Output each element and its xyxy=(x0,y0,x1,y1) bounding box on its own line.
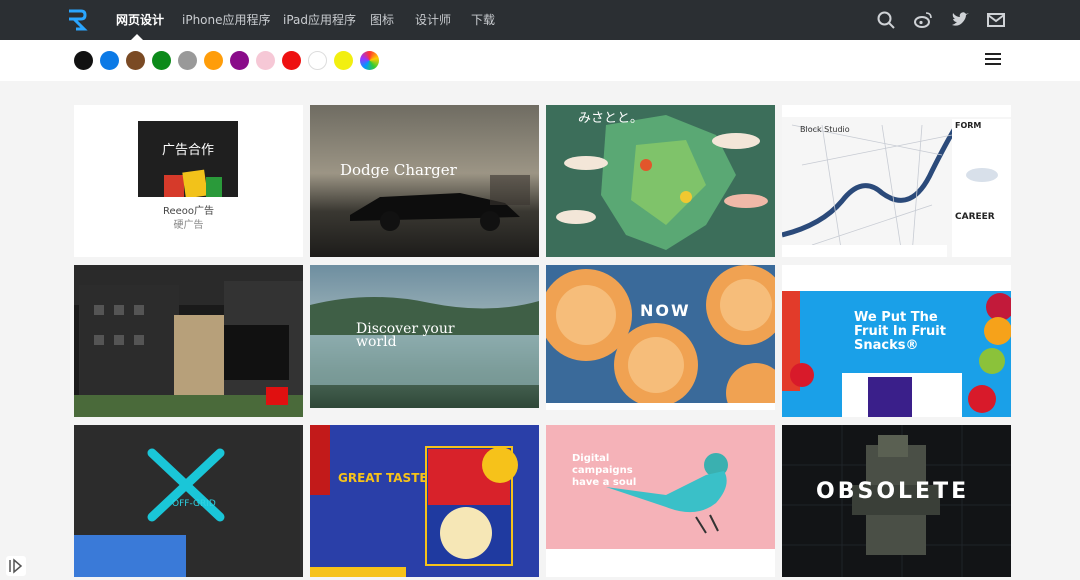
color-filter-gray[interactable] xyxy=(178,51,197,70)
color-filter-green[interactable] xyxy=(152,51,171,70)
ad-subtitle: 硬广告 xyxy=(173,220,204,231)
nav-ipad-apps[interactable]: iPad应用程序 xyxy=(283,0,356,40)
color-filter-orange[interactable] xyxy=(204,51,223,70)
shot-card-digital-campaigns[interactable]: Digital campaigns have a soul xyxy=(546,425,775,577)
color-filter-purple[interactable] xyxy=(230,51,249,70)
ad-name[interactable]: Reeoo广告 xyxy=(74,202,303,217)
mail-icon[interactable] xyxy=(986,10,1006,30)
popcorn-illustration xyxy=(310,425,518,577)
shot-card-welchs[interactable]: We Put The Fruit In Fruit Snacks® xyxy=(782,265,1011,417)
shot-card-now[interactable]: NOW xyxy=(546,265,775,410)
color-filter-red[interactable] xyxy=(282,51,301,70)
shot-title: GREAT TASTE xyxy=(338,471,428,485)
bird-illustration xyxy=(546,453,775,577)
shot-card-off-grid[interactable]: OFF-GRID xyxy=(74,425,303,577)
ad-book-illustration xyxy=(164,169,222,197)
shot-subtitle-form: FORM xyxy=(955,121,982,130)
ad-card[interactable]: 广告合作 Reeoo广告 硬广告 xyxy=(74,105,303,257)
nav-icons[interactable]: 图标 xyxy=(370,0,394,40)
sidebar-toggle-icon[interactable] xyxy=(6,556,26,576)
shot-title: Digital campaigns have a soul xyxy=(572,453,637,488)
shot-title: OBSOLETE xyxy=(816,479,970,504)
nav-iphone-apps[interactable]: iPhone应用程序 xyxy=(182,0,271,40)
color-filter-white[interactable] xyxy=(308,51,327,70)
shot-card-block-studio[interactable]: Block Studio FORM CAREER xyxy=(782,105,1011,257)
car-illustration xyxy=(350,175,530,231)
color-filter-blue[interactable] xyxy=(100,51,119,70)
color-filter-pink[interactable] xyxy=(256,51,275,70)
search-icon[interactable] xyxy=(876,10,896,30)
color-filter-black[interactable] xyxy=(74,51,93,70)
color-filter-yellow[interactable] xyxy=(334,51,353,70)
shot-card-misato[interactable]: みさとと。 xyxy=(546,105,775,257)
ad-banner-text: 广告合作 xyxy=(161,143,214,158)
shot-title: Discover your world xyxy=(356,321,455,350)
color-filter-multicolor[interactable] xyxy=(360,51,379,70)
melon-illustration xyxy=(546,265,775,410)
twitter-icon[interactable] xyxy=(950,10,970,30)
weibo-icon[interactable] xyxy=(913,10,933,30)
building-illustration xyxy=(74,265,303,417)
shot-card-dodge-charger[interactable]: Dodge Charger xyxy=(310,105,539,257)
top-navbar: 网页设计 iPhone应用程序 iPad应用程序 图标 设计师 下载 xyxy=(0,0,1080,40)
shot-card-pop-weaver[interactable]: GREAT TASTE xyxy=(310,425,539,577)
nav-designers[interactable]: 设计师 xyxy=(415,0,451,40)
hamburger-menu-icon[interactable] xyxy=(985,53,1001,67)
shot-title: Dodge Charger xyxy=(340,161,457,179)
color-filter-brown[interactable] xyxy=(126,51,145,70)
ad-banner[interactable]: 广告合作 xyxy=(138,121,238,197)
shot-card-discover[interactable]: Discover your world xyxy=(310,265,539,408)
shot-card-obsolete[interactable]: OBSOLETE xyxy=(782,425,1011,577)
shot-title: みさとと。 xyxy=(578,111,644,126)
shot-title: Block Studio xyxy=(800,125,850,134)
shot-title: We Put The Fruit In Fruit Snacks® xyxy=(854,310,946,353)
map-illustration xyxy=(556,115,768,250)
shot-subtitle-career: CAREER xyxy=(955,212,995,222)
reeoo-logo-icon[interactable] xyxy=(66,8,88,32)
shot-title: NOW xyxy=(640,301,691,320)
shot-title: OFF-GRID xyxy=(172,499,216,509)
nav-download[interactable]: 下载 xyxy=(471,0,495,40)
shot-card-architecture[interactable] xyxy=(74,265,303,417)
